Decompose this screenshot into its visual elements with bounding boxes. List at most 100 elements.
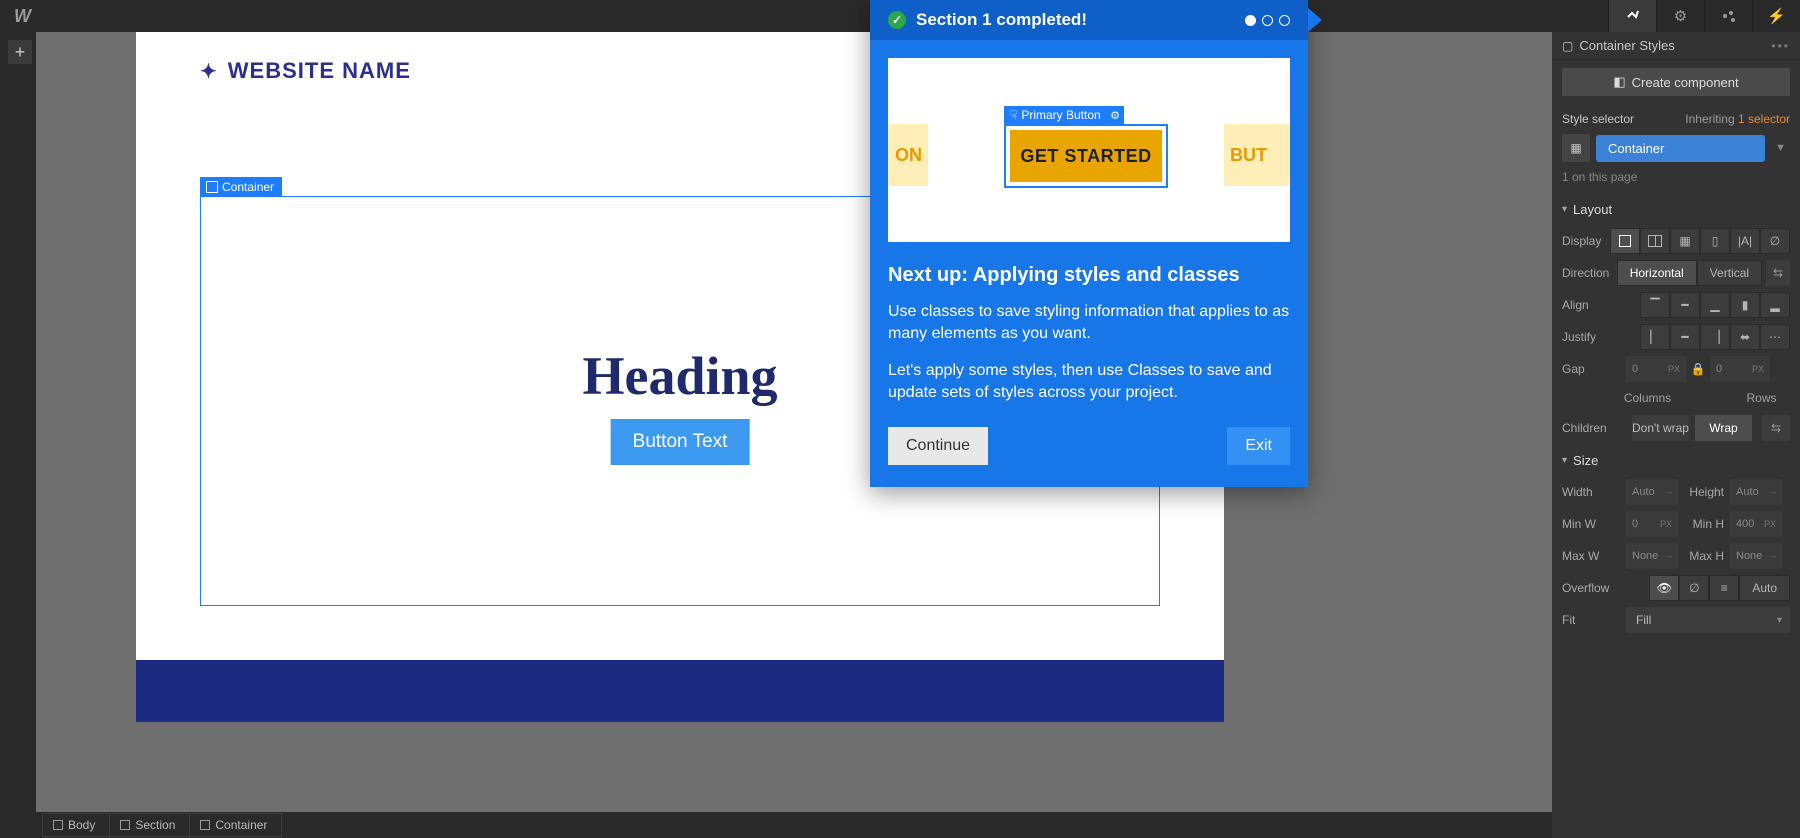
minw-row: Min W 0PX Min H 400PX (1552, 508, 1800, 540)
style-selector-label: Style selector (1562, 112, 1634, 126)
settings-tab[interactable]: ⚙ (1656, 0, 1704, 32)
preview-left-btn: ON (888, 124, 928, 186)
width-label: Width (1562, 485, 1626, 499)
dot-2 (1262, 15, 1273, 26)
maxh-label: Max H (1678, 549, 1730, 563)
app-logo[interactable]: W (14, 6, 31, 27)
minw-label: Min W (1562, 517, 1626, 531)
columns-label: Columns (1619, 391, 1676, 405)
tutorial-actions: Continue Exit (888, 427, 1290, 465)
more-icon[interactable]: ••• (1771, 39, 1790, 53)
fit-select[interactable]: Fill (1626, 607, 1790, 633)
gap-row-input[interactable]: 0PX (1710, 356, 1770, 382)
style-selector-row: Style selector Inheriting 1 selector (1552, 104, 1800, 126)
selector-state-icon[interactable]: ▦ (1562, 134, 1590, 162)
display-grid[interactable]: ▦ (1670, 228, 1700, 254)
overflow-scroll[interactable]: ≡ (1709, 575, 1739, 601)
direction-label: Direction (1562, 266, 1617, 280)
tutorial-popover: ✓ Section 1 completed! ON ☟ Primary Butt… (870, 0, 1308, 487)
wrap-option[interactable]: Wrap (1695, 415, 1752, 441)
maxh-input[interactable]: None– (1730, 543, 1782, 569)
gap-label: Gap (1562, 362, 1626, 376)
crumb-body[interactable]: Body (42, 813, 110, 837)
style-tab[interactable] (1608, 0, 1656, 32)
overflow-visible[interactable]: 👁 (1649, 575, 1679, 601)
justify-center[interactable]: ━ (1670, 324, 1700, 350)
justify-start[interactable]: ▏ (1640, 324, 1670, 350)
justify-label: Justify (1562, 330, 1626, 344)
display-inline-block[interactable]: ▯ (1700, 228, 1730, 254)
direction-reverse[interactable]: ⇆ (1766, 260, 1790, 286)
crumb-container[interactable]: Container (189, 813, 282, 837)
inheriting-label[interactable]: Inheriting 1 selector (1685, 112, 1790, 126)
width-input[interactable]: Auto– (1626, 479, 1678, 505)
height-input[interactable]: Auto– (1730, 479, 1782, 505)
dont-wrap-option[interactable]: Don't wrap (1632, 415, 1689, 441)
primary-button-label: ☟ Primary Button (1004, 106, 1107, 124)
minw-input[interactable]: 0PX (1626, 511, 1678, 537)
gap-labels: Columns Rows (1552, 385, 1800, 411)
selector-pill[interactable]: Container (1596, 135, 1765, 162)
page-footer-section[interactable] (136, 660, 1224, 722)
gap-lock-icon[interactable]: 🔒 (1686, 362, 1710, 376)
canvas: Affects all resolutions Desktop ✦ WEBSIT… (36, 32, 1552, 812)
minh-input[interactable]: 400PX (1730, 511, 1782, 537)
height-label: Height (1678, 485, 1730, 499)
direction-vertical[interactable]: Vertical (1697, 260, 1762, 286)
tutorial-status: ✓ Section 1 completed! (870, 0, 1308, 40)
body-icon (53, 820, 63, 830)
maxw-label: Max W (1562, 549, 1626, 563)
overflow-hidden[interactable]: ∅ (1679, 575, 1709, 601)
justify-around[interactable]: ⋯ (1760, 324, 1790, 350)
align-center[interactable]: ━ (1670, 292, 1700, 318)
display-flex[interactable] (1640, 228, 1670, 254)
add-element-button[interactable]: + (8, 40, 32, 64)
panel-title: Container Styles (1579, 38, 1674, 53)
gap-col-input[interactable]: 0PX (1626, 356, 1686, 382)
breadcrumb: Body Section Container (36, 812, 1552, 838)
wrap-reverse[interactable]: ⇆ (1762, 415, 1790, 441)
align-stretch[interactable]: ▮ (1730, 292, 1760, 318)
section-icon (120, 820, 130, 830)
align-start[interactable]: ▔ (1640, 292, 1670, 318)
display-block[interactable] (1610, 228, 1640, 254)
size-section-header[interactable]: Size (1552, 445, 1800, 476)
maxw-input[interactable]: None– (1626, 543, 1678, 569)
interactions-tab[interactable] (1704, 0, 1752, 32)
align-end[interactable]: ▁ (1700, 292, 1730, 318)
justify-end[interactable]: ▕ (1700, 324, 1730, 350)
progress-dots (1245, 15, 1290, 26)
brand: ✦ WEBSITE NAME (200, 58, 411, 84)
dot-3 (1279, 15, 1290, 26)
display-none[interactable]: ∅ (1760, 228, 1790, 254)
justify-row: Justify ▏ ━ ▕ ⬌ ⋯ (1552, 321, 1800, 353)
effects-tab[interactable]: ⚡ (1752, 0, 1800, 32)
layout-section-header[interactable]: Layout (1552, 194, 1800, 225)
button-element[interactable]: Button Text (611, 419, 750, 465)
popover-arrow-icon (1308, 8, 1322, 32)
display-options: ▦ ▯ |A| ∅ (1610, 228, 1790, 254)
align-baseline[interactable]: ▂ (1760, 292, 1790, 318)
align-label: Align (1562, 298, 1626, 312)
fit-label: Fit (1562, 613, 1626, 627)
primary-button-settings-icon: ⚙ (1106, 106, 1124, 124)
container-styles-icon: ▢ (1562, 39, 1573, 53)
element-label-text: Container (222, 180, 274, 194)
create-component-button[interactable]: ◧ Create component (1562, 68, 1790, 96)
display-inline[interactable]: |A| (1730, 228, 1760, 254)
rows-label: Rows (1733, 391, 1790, 405)
selector-dropdown-icon[interactable]: ▼ (1771, 142, 1790, 154)
container-icon (206, 181, 218, 193)
selector-count: 1 on this page (1552, 170, 1800, 194)
crumb-section[interactable]: Section (109, 813, 190, 837)
minh-label: Min H (1678, 517, 1730, 531)
brand-text: WEBSITE NAME (228, 58, 411, 84)
brand-star-icon: ✦ (200, 59, 218, 84)
continue-button[interactable]: Continue (888, 427, 988, 465)
justify-between[interactable]: ⬌ (1730, 324, 1760, 350)
maxw-row: Max W None– Max H None– (1552, 540, 1800, 572)
direction-horizontal[interactable]: Horizontal (1617, 260, 1697, 286)
overflow-auto[interactable]: Auto (1739, 575, 1790, 601)
element-label[interactable]: Container (200, 177, 282, 197)
exit-button[interactable]: Exit (1227, 427, 1290, 465)
